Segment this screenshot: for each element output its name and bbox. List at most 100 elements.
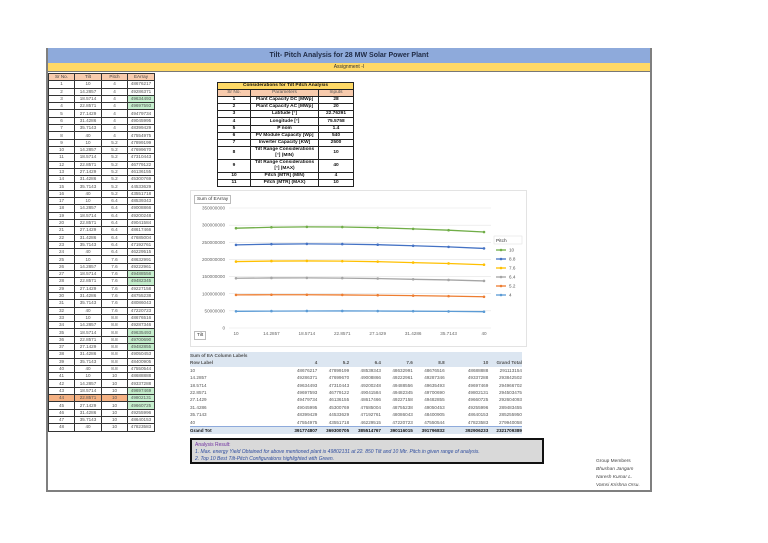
pivot-column-header[interactable]: 6.4 bbox=[349, 359, 381, 366]
legend-entry[interactable]: 4 bbox=[509, 293, 512, 298]
cell-earray[interactable]: 49479734 bbox=[127, 109, 155, 118]
pivot-cell[interactable]: 49700690 bbox=[413, 389, 444, 396]
cell-tilt[interactable]: 14.2857 bbox=[74, 87, 102, 96]
cell-param[interactable]: Tilt Range Considerations [°] (MAX) bbox=[250, 158, 319, 173]
pivot-cell[interactable]: 47550544 bbox=[413, 419, 444, 426]
cell-pitch[interactable]: 7.6 bbox=[101, 255, 128, 264]
pivot-cell[interactable]: 46779122 bbox=[317, 389, 349, 396]
pivot-cell[interactable]: 46229515 bbox=[349, 419, 381, 426]
cell-sr[interactable]: 41 bbox=[48, 372, 75, 381]
cell-earray[interactable]: 48676516 bbox=[127, 313, 155, 323]
cell-pitch[interactable]: 4 bbox=[101, 87, 128, 96]
pivot-row-total[interactable]: 293842502 bbox=[488, 374, 522, 381]
pivot-row-total[interactable]: 289483455 bbox=[488, 404, 522, 411]
table-row[interactable]: 29 27.1429 7.6 49227158 bbox=[48, 284, 155, 293]
cell-sr[interactable]: 38 bbox=[48, 350, 75, 359]
cell-pitch[interactable]: 4 bbox=[101, 131, 128, 140]
cell-tilt[interactable]: 31.4286 bbox=[74, 175, 102, 184]
cell-pitch[interactable]: 5.2 bbox=[101, 160, 128, 169]
pivot-cell[interactable]: 47685004 bbox=[349, 404, 381, 411]
cell-earray[interactable]: 47554975 bbox=[127, 131, 155, 140]
cell-input[interactable]: 28 bbox=[318, 96, 354, 105]
cell-earray[interactable]: 45300769 bbox=[127, 175, 155, 184]
cell-sr[interactable]: 44 bbox=[48, 394, 75, 403]
pivot-cell[interactable]: 47899199 bbox=[317, 367, 349, 374]
cell-sr[interactable]: 31 bbox=[48, 299, 75, 308]
cell-sr[interactable]: 30 bbox=[48, 291, 75, 301]
pivot-row[interactable]: 40 47554975 43551718 46229515 47220723 475505… bbox=[190, 419, 522, 426]
cell-earray[interactable]: 48400905 bbox=[127, 357, 155, 366]
cell-sr[interactable]: 47 bbox=[48, 415, 75, 425]
cell-tilt[interactable]: 35.7143 bbox=[74, 240, 102, 250]
table-row[interactable]: 20 22.8571 6.4 49041584 bbox=[48, 218, 155, 228]
cell-earray[interactable]: 47899199 bbox=[127, 138, 155, 147]
cell-pitch[interactable]: 10 bbox=[101, 372, 128, 381]
cell-sr[interactable]: 40 bbox=[48, 364, 75, 374]
cell-sr[interactable]: 5 bbox=[48, 109, 75, 118]
cell-sr[interactable]: 11 bbox=[217, 178, 251, 188]
cell-tilt[interactable]: 14.2857 bbox=[74, 204, 102, 213]
pivot-cell[interactable]: 48676516 bbox=[413, 367, 444, 374]
cell-tilt[interactable]: 10 bbox=[74, 80, 102, 89]
cell-tilt[interactable]: 40 bbox=[74, 306, 102, 315]
pivot-cell[interactable]: 49697593 bbox=[286, 389, 317, 396]
pivot-row[interactable]: 31.4286 49045995 45300769 47685004 48755238 4… bbox=[190, 404, 522, 411]
pivot-cell[interactable]: 47310443 bbox=[317, 382, 349, 389]
cell-pitch[interactable]: 5.2 bbox=[101, 153, 128, 162]
cell-tilt[interactable]: 22.8571 bbox=[74, 102, 102, 111]
cell-input[interactable]: 2500 bbox=[318, 138, 354, 147]
cell-sr[interactable]: 2 bbox=[48, 87, 75, 96]
pivot-row-label[interactable]: 35.7143 bbox=[190, 411, 286, 418]
table-row[interactable]: 1 10 4 48676217 bbox=[48, 80, 155, 89]
pivot-cell[interactable]: 392906233 bbox=[445, 427, 488, 434]
header-sr-no[interactable]: Sr No. bbox=[217, 89, 251, 98]
table-row[interactable]: 26 14.2857 7.6 49222961 bbox=[48, 262, 155, 272]
cell-tilt[interactable]: 40 bbox=[74, 189, 102, 199]
cell-pitch[interactable]: 6.4 bbox=[101, 240, 128, 250]
pivot-column-header[interactable]: 10 bbox=[445, 359, 488, 366]
cell-pitch[interactable]: 5.2 bbox=[101, 138, 128, 147]
cell-sr[interactable]: 5 bbox=[217, 124, 251, 133]
header-sr-no[interactable]: Sr No. bbox=[48, 72, 75, 82]
cell-param[interactable]: Pitch [MTR] (MIN) bbox=[250, 171, 319, 180]
cell-pitch[interactable]: 6.4 bbox=[101, 233, 128, 242]
cell-sr[interactable]: 2 bbox=[217, 103, 251, 112]
cell-pitch[interactable]: 7.6 bbox=[101, 306, 128, 315]
cell-earray[interactable]: 49287346 bbox=[127, 321, 155, 330]
cell-input[interactable]: 10 bbox=[318, 178, 354, 188]
table-row[interactable]: 17 10 6.4 48539343 bbox=[48, 197, 155, 206]
cell-param[interactable]: Latitude [°] bbox=[250, 110, 319, 119]
pivot-table[interactable]: Sum of EA Column Labels Row Label 4 5.2 6.… bbox=[190, 352, 522, 435]
table-row[interactable]: 6 31.4286 4 49045995 bbox=[48, 116, 155, 126]
cell-pitch[interactable]: 8.8 bbox=[101, 342, 128, 352]
cell-earray[interactable]: 47550544 bbox=[127, 364, 155, 374]
cell-pitch[interactable]: 6.4 bbox=[101, 204, 128, 213]
cell-sr[interactable]: 33 bbox=[48, 313, 75, 323]
pivot-row-label[interactable]: 31.4286 bbox=[190, 404, 286, 411]
cell-sr[interactable]: 9 bbox=[217, 158, 251, 173]
cell-earray[interactable]: 47685004 bbox=[127, 233, 155, 242]
cell-tilt[interactable]: 14.2857 bbox=[74, 145, 102, 155]
pivot-row-total[interactable]: 279940058 bbox=[488, 419, 522, 426]
cell-tilt[interactable]: 10 bbox=[74, 255, 102, 264]
cell-pitch[interactable]: 10 bbox=[101, 401, 128, 410]
pivot-cell[interactable]: 49008866 bbox=[349, 374, 381, 381]
cell-sr[interactable]: 10 bbox=[217, 171, 251, 180]
table-row[interactable]: 3 Latitude [°] 22.76291 bbox=[217, 110, 354, 119]
table-row[interactable]: 19 18.5714 6.4 49200248 bbox=[48, 211, 155, 220]
pivot-cell[interactable]: 48617466 bbox=[349, 396, 381, 403]
pivot-cell[interactable]: 49634493 bbox=[286, 382, 317, 389]
cell-pitch[interactable]: 4 bbox=[101, 80, 128, 89]
legend-entry[interactable]: 10 bbox=[509, 248, 515, 253]
cell-tilt[interactable]: 18.5714 bbox=[74, 94, 102, 104]
cell-tilt[interactable]: 22.8571 bbox=[74, 277, 102, 286]
pivot-cell[interactable]: 49635493 bbox=[413, 382, 444, 389]
cell-sr[interactable]: 10 bbox=[48, 145, 75, 155]
cell-sr[interactable]: 7 bbox=[48, 124, 75, 133]
cell-sr[interactable]: 37 bbox=[48, 342, 75, 352]
pivot-cell[interactable]: 48640153 bbox=[445, 411, 488, 418]
pivot-column-header[interactable]: 8.8 bbox=[413, 359, 444, 366]
table-row[interactable]: 14 31.4286 5.2 45300769 bbox=[48, 175, 155, 184]
cell-sr[interactable]: 16 bbox=[48, 189, 75, 199]
cell-sr[interactable]: 3 bbox=[48, 94, 75, 104]
